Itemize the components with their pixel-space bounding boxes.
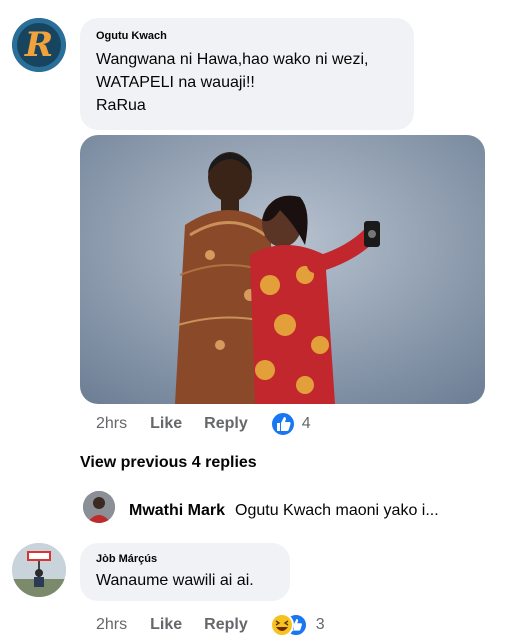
reply-preview[interactable]: Mwathi Mark Ogutu Kwach maoni yako i... — [129, 502, 439, 520]
like-reaction-icon — [269, 411, 296, 437]
reaction-count: 3 — [315, 616, 325, 633]
reaction-summary[interactable]: 4 — [269, 411, 311, 437]
comment-meta-2: 2hrs Like Reply 3 — [96, 612, 325, 638]
comment-bubble-1: Ogutu Kwach Wangwana ni Hawa,hao wako ni… — [80, 18, 414, 130]
reaction-summary[interactable]: 3 — [269, 612, 325, 638]
view-previous-replies-link[interactable]: View previous 4 replies — [80, 454, 257, 472]
reply-button[interactable]: Reply — [204, 415, 248, 433]
comment-line-2: WATAPELI na wauaji!! — [96, 74, 255, 91]
comment-author[interactable]: Jòb Márçús — [96, 553, 157, 565]
comment-author[interactable]: Ogutu Kwach — [96, 30, 167, 42]
comment-line-1: Wangwana ni Hawa,hao wako ni wezi, — [96, 51, 369, 68]
svg-text:R: R — [24, 25, 53, 65]
like-button[interactable]: Like — [150, 616, 182, 634]
comment-line-1: Wanaume wawili ai ai. — [96, 572, 254, 589]
like-button[interactable]: Like — [150, 415, 182, 433]
comment-photo[interactable] — [80, 135, 485, 404]
person-photo-icon — [83, 491, 115, 523]
person-photo-icon — [12, 543, 66, 597]
avatar-ogutu-kwach[interactable]: R — [12, 18, 66, 72]
haha-like-reactions-icon — [269, 613, 308, 637]
reaction-count: 4 — [301, 415, 311, 432]
reply-button[interactable]: Reply — [204, 616, 248, 634]
comment-meta-1: 2hrs Like Reply 4 — [96, 411, 311, 437]
reply-text: Ogutu Kwach maoni yako i... — [235, 502, 439, 519]
comment-bubble-2: Jòb Márçús Wanaume wawili ai ai. — [80, 543, 290, 601]
r-logo-icon: R — [12, 18, 66, 72]
avatar-job-marcus[interactable] — [12, 543, 66, 597]
cropped-top-reaction — [250, 0, 310, 4]
avatar-mwathi-mark[interactable] — [83, 491, 115, 523]
comment-time[interactable]: 2hrs — [96, 616, 127, 634]
comment-time[interactable]: 2hrs — [96, 415, 127, 433]
reply-author[interactable]: Mwathi Mark — [129, 502, 225, 520]
comment-line-3: RaRua — [96, 97, 146, 114]
